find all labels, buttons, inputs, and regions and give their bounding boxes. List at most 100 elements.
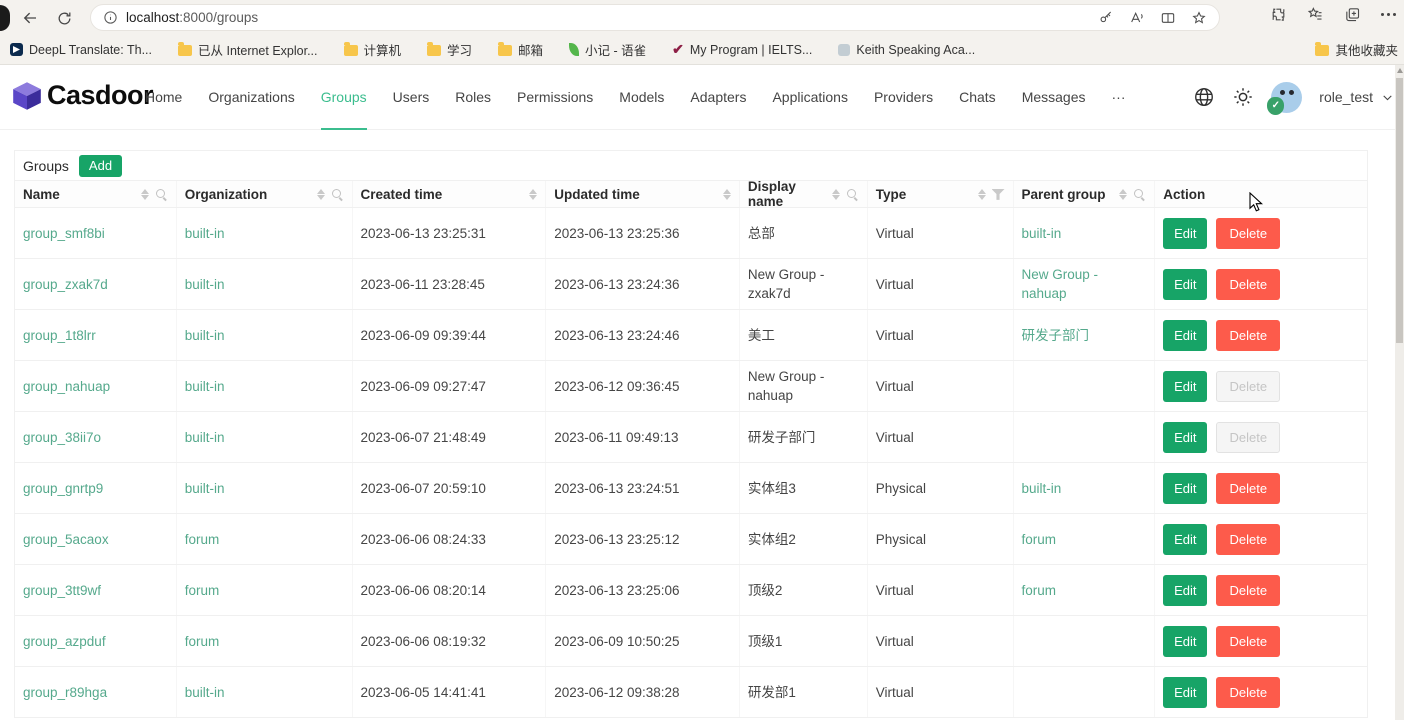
- edit-button[interactable]: Edit: [1163, 269, 1207, 300]
- nav-item-organizations[interactable]: Organizations: [195, 65, 307, 129]
- group-name-link[interactable]: group_smf8bi: [23, 226, 105, 241]
- group-name-link[interactable]: group_zxak7d: [23, 277, 108, 292]
- other-favorites[interactable]: 其他收藏夹: [1315, 40, 1398, 59]
- organization-link[interactable]: forum: [185, 634, 220, 649]
- add-group-button[interactable]: Add: [79, 155, 122, 177]
- bookmark-internet-explor[interactable]: 已从 Internet Explor...: [178, 40, 318, 59]
- nav-item-adapters[interactable]: Adapters: [677, 65, 759, 129]
- column-header-organization[interactable]: Organization: [177, 181, 353, 207]
- sort-carets-icon[interactable]: [1119, 189, 1127, 200]
- bookmark-my-program-ielts[interactable]: ✔ My Program | IELTS...: [672, 43, 812, 57]
- nav-item-permissions[interactable]: Permissions: [504, 65, 606, 129]
- sort-carets-icon[interactable]: [317, 189, 325, 200]
- organization-link[interactable]: built-in: [185, 277, 225, 292]
- scroll-up-arrow-icon[interactable]: [1397, 68, 1403, 73]
- back-icon[interactable]: [18, 6, 42, 30]
- nav-item-groups[interactable]: Groups: [308, 65, 380, 129]
- column-header-updated-time[interactable]: Updated time: [546, 181, 740, 207]
- delete-button[interactable]: Delete: [1216, 677, 1280, 708]
- read-aloud-icon[interactable]: [1129, 10, 1145, 26]
- favorite-star-icon[interactable]: [1191, 10, 1207, 26]
- sort-carets-icon[interactable]: [141, 189, 149, 200]
- group-name-link[interactable]: group_azpduf: [23, 634, 106, 649]
- organization-link[interactable]: built-in: [185, 481, 225, 496]
- parent-group-link[interactable]: built-in: [1022, 224, 1062, 243]
- column-header-created-time[interactable]: Created time: [353, 181, 547, 207]
- parent-group-link[interactable]: built-in: [1022, 479, 1062, 498]
- filter-funnel-icon[interactable]: [992, 188, 1005, 201]
- page-info-icon[interactable]: [103, 10, 118, 25]
- user-menu[interactable]: role_test: [1319, 89, 1394, 105]
- parent-group-link[interactable]: forum: [1022, 581, 1057, 600]
- edit-button[interactable]: Edit: [1163, 677, 1207, 708]
- bookmark-item[interactable]: 计算机: [344, 40, 402, 59]
- password-key-icon[interactable]: [1098, 10, 1114, 26]
- search-icon[interactable]: [1133, 188, 1146, 201]
- organization-link[interactable]: built-in: [185, 379, 225, 394]
- edit-button[interactable]: Edit: [1163, 626, 1207, 657]
- group-name-link[interactable]: group_gnrtp9: [23, 481, 103, 496]
- search-icon[interactable]: [846, 188, 859, 201]
- parent-group-link[interactable]: New Group - nahuap: [1022, 265, 1147, 303]
- nav-item-home[interactable]: Home: [132, 65, 195, 129]
- refresh-icon[interactable]: [52, 6, 76, 30]
- nav-item-providers[interactable]: Providers: [861, 65, 946, 129]
- bookmark-item[interactable]: 学习: [427, 40, 472, 59]
- theme-sun-icon[interactable]: [1232, 86, 1254, 108]
- delete-button[interactable]: Delete: [1216, 473, 1280, 504]
- sort-carets-icon[interactable]: [529, 189, 537, 200]
- delete-button[interactable]: Delete: [1216, 320, 1280, 351]
- nav-item-roles[interactable]: Roles: [442, 65, 504, 129]
- column-header-type[interactable]: Type: [868, 181, 1014, 207]
- nav-item-chats[interactable]: Chats: [946, 65, 1009, 129]
- organization-link[interactable]: forum: [185, 583, 220, 598]
- delete-button[interactable]: Delete: [1216, 524, 1280, 555]
- bookmark-item[interactable]: 邮箱: [498, 40, 543, 59]
- sort-carets-icon[interactable]: [832, 189, 840, 200]
- organization-link[interactable]: forum: [185, 532, 220, 547]
- scrollbar-thumb[interactable]: [1396, 78, 1403, 343]
- delete-button[interactable]: Delete: [1216, 626, 1280, 657]
- search-icon[interactable]: [331, 188, 344, 201]
- edit-button[interactable]: Edit: [1163, 218, 1207, 249]
- group-name-link[interactable]: group_nahuap: [23, 379, 110, 394]
- group-name-link[interactable]: group_5acaox: [23, 532, 109, 547]
- delete-button[interactable]: Delete: [1216, 422, 1280, 453]
- page-scrollbar[interactable]: [1395, 65, 1404, 720]
- browser-menu-icon[interactable]: [1381, 13, 1396, 16]
- edit-button[interactable]: Edit: [1163, 371, 1207, 402]
- group-name-link[interactable]: group_1t8lrr: [23, 328, 96, 343]
- edit-button[interactable]: Edit: [1163, 320, 1207, 351]
- edit-button[interactable]: Edit: [1163, 422, 1207, 453]
- browser-essentials-icon[interactable]: [1270, 6, 1287, 23]
- column-header-display-name[interactable]: Display name: [740, 181, 868, 207]
- organization-link[interactable]: built-in: [185, 430, 225, 445]
- sort-carets-icon[interactable]: [723, 189, 731, 200]
- organization-link[interactable]: built-in: [185, 685, 225, 700]
- group-name-link[interactable]: group_3tt9wf: [23, 583, 101, 598]
- bookmark-keith-speaking-aca[interactable]: Keith Speaking Aca...: [838, 43, 975, 57]
- edit-button[interactable]: Edit: [1163, 524, 1207, 555]
- bookmark-deepl-translate-th[interactable]: DeepL Translate: Th...: [10, 43, 152, 57]
- parent-group-link[interactable]: 研发子部门: [1022, 326, 1090, 345]
- search-icon[interactable]: [155, 188, 168, 201]
- group-name-link[interactable]: group_r89hga: [23, 685, 107, 700]
- column-header-parent-group[interactable]: Parent group: [1014, 181, 1156, 207]
- nav-item-users[interactable]: Users: [380, 65, 443, 129]
- edit-button[interactable]: Edit: [1163, 575, 1207, 606]
- edit-button[interactable]: Edit: [1163, 473, 1207, 504]
- split-screen-icon[interactable]: [1160, 10, 1176, 26]
- favorites-bar-icon[interactable]: [1307, 6, 1324, 23]
- delete-button[interactable]: Delete: [1216, 371, 1280, 402]
- bookmark-item[interactable]: 小记 - 语雀: [569, 40, 646, 59]
- nav-item-models[interactable]: Models: [606, 65, 677, 129]
- delete-button[interactable]: Delete: [1216, 575, 1280, 606]
- organization-link[interactable]: built-in: [185, 226, 225, 241]
- nav-item-item[interactable]: ···: [1099, 65, 1139, 129]
- delete-button[interactable]: Delete: [1216, 218, 1280, 249]
- language-globe-icon[interactable]: [1193, 86, 1215, 108]
- column-header-name[interactable]: Name: [15, 181, 177, 207]
- delete-button[interactable]: Delete: [1216, 269, 1280, 300]
- sort-carets-icon[interactable]: [978, 189, 986, 200]
- address-bar[interactable]: localhost:8000/groups: [90, 4, 1220, 31]
